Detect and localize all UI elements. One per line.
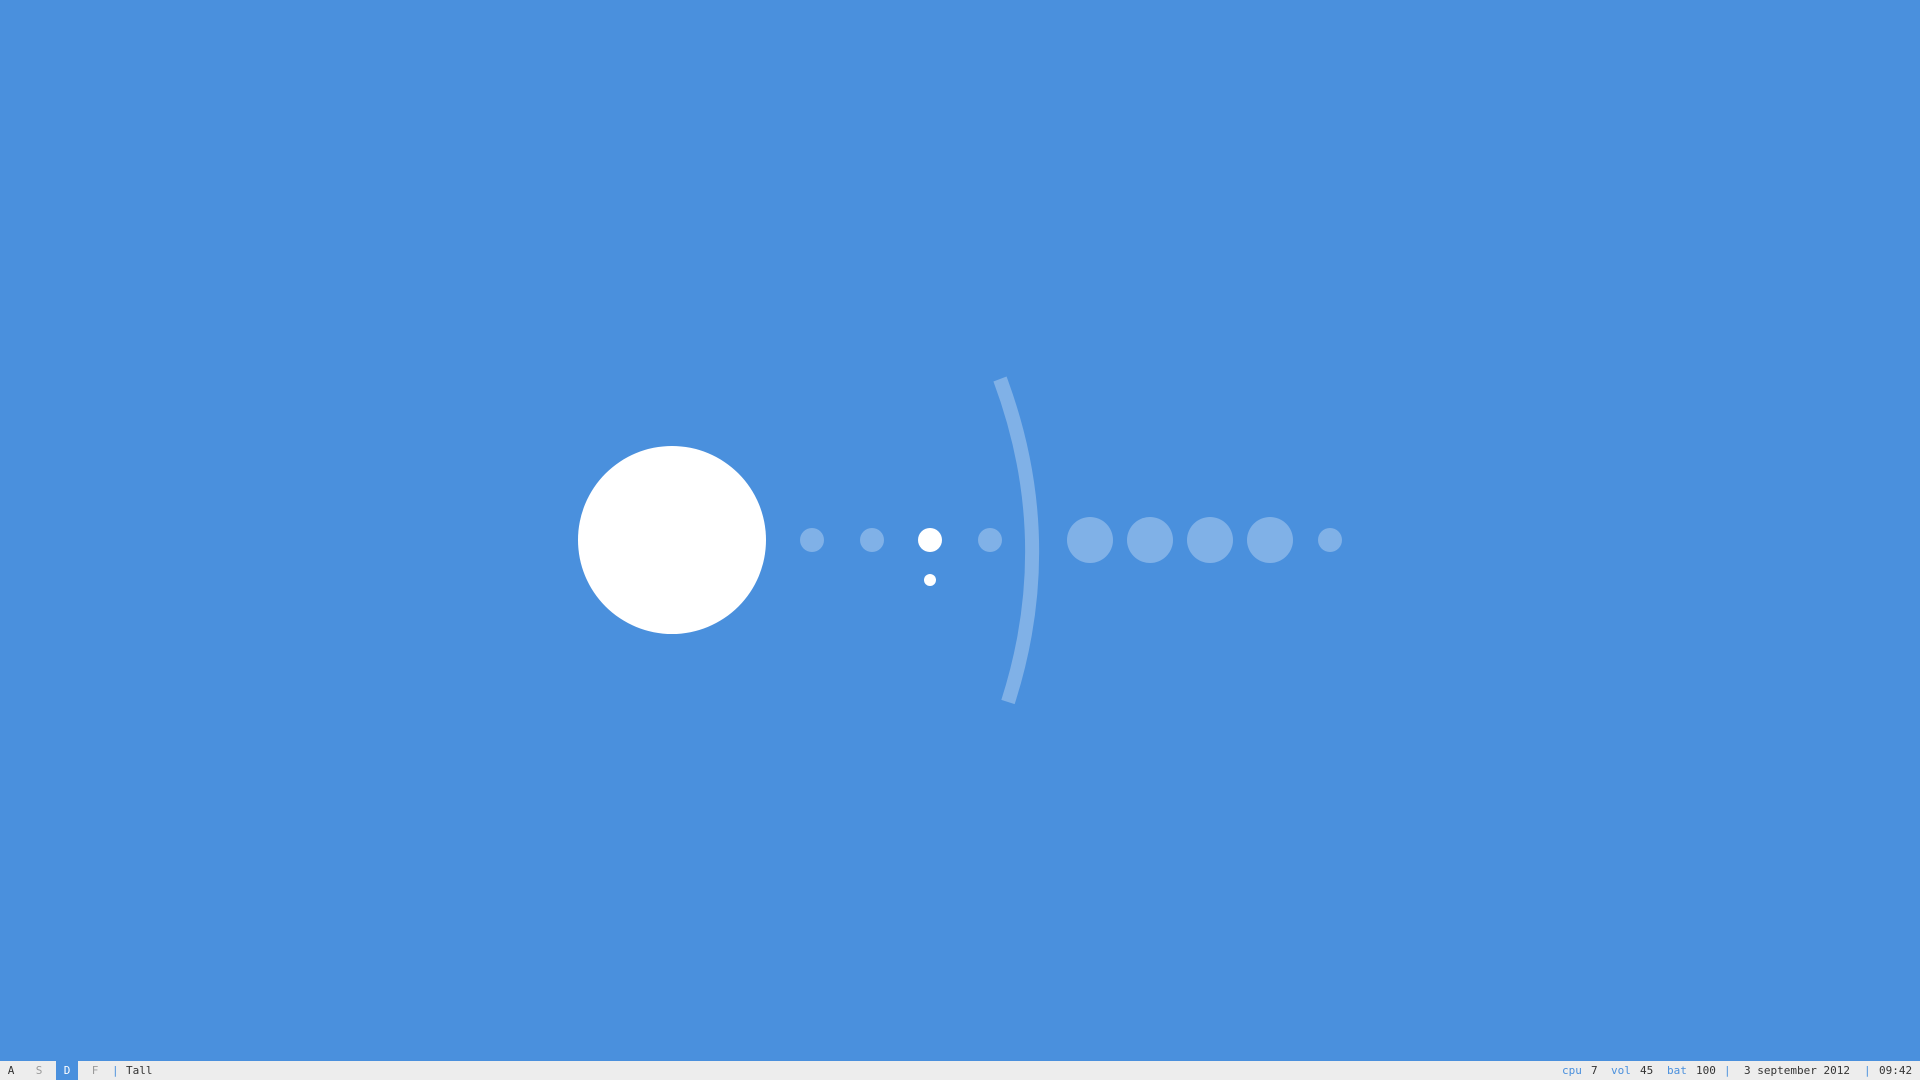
desktop-wallpaper [0,0,1920,1061]
medium-dot-4 [1247,517,1293,563]
wallpaper-graphic [578,376,1342,705]
vol-label: vol [1611,1064,1631,1077]
bar-separator-status: | [1724,1064,1731,1077]
medium-dot-2 [1127,517,1173,563]
vol-value: 45 [1640,1064,1654,1077]
status-bar: A S D F | Tall cpu 7 vol 45 bat 100 | 3 … [0,1061,1920,1080]
workspace-tab-d[interactable]: D [56,1061,78,1080]
workspace-tab-s[interactable]: S [28,1061,50,1080]
small-dot-end [1318,528,1342,552]
workspace-tab-f[interactable]: F [84,1061,106,1080]
clock-time: 09:42 [1879,1064,1913,1077]
bar-separator-clock: | [1864,1064,1871,1077]
tiny-dot-below [924,574,936,586]
small-dot-1 [800,528,824,552]
small-dot-highlighted [918,528,942,552]
large-white-circle [578,446,766,634]
arc-parenthesis [993,376,1040,705]
workspace-tab-a[interactable]: A [0,1061,22,1080]
bar-separator-left: | [112,1064,119,1077]
small-dot-3 [978,528,1002,552]
cpu-value: 7 [1591,1064,1598,1077]
cpu-label: cpu [1562,1064,1582,1077]
medium-dot-1 [1067,517,1113,563]
bat-value: 100 [1696,1064,1716,1077]
layout-name: Tall [126,1064,153,1077]
date-text: 3 september 2012 [1744,1064,1850,1077]
medium-dot-3 [1187,517,1233,563]
bat-label: bat [1667,1064,1687,1077]
small-dot-2 [860,528,884,552]
